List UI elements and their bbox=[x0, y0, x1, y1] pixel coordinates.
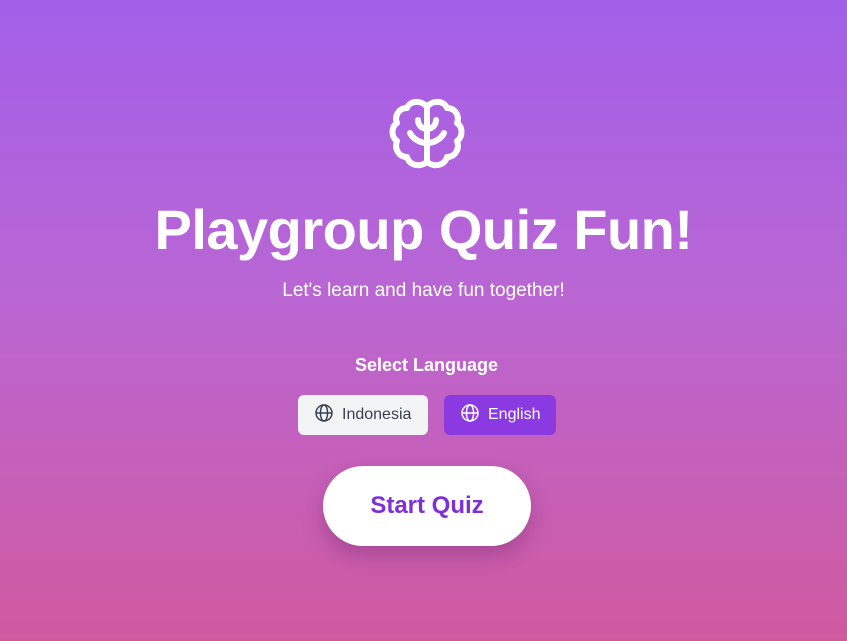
language-heading: Select Language bbox=[354, 355, 499, 375]
language-label-indonesia: Indonesia bbox=[342, 406, 412, 423]
brain-icon bbox=[388, 97, 466, 171]
language-button-english[interactable]: English bbox=[444, 395, 556, 435]
globe-icon bbox=[314, 403, 342, 428]
globe-icon bbox=[460, 403, 488, 428]
quiz-landing-page: Playgroup Quiz Fun! Let's learn and have… bbox=[0, 0, 847, 641]
page-title: Playgroup Quiz Fun! bbox=[154, 198, 693, 261]
page-subtitle: Let's learn and have fun together! bbox=[282, 280, 565, 301]
language-button-indonesia[interactable]: Indonesia bbox=[298, 395, 428, 435]
start-quiz-button[interactable]: Start Quiz bbox=[323, 466, 531, 546]
language-label-english: English bbox=[488, 406, 541, 423]
